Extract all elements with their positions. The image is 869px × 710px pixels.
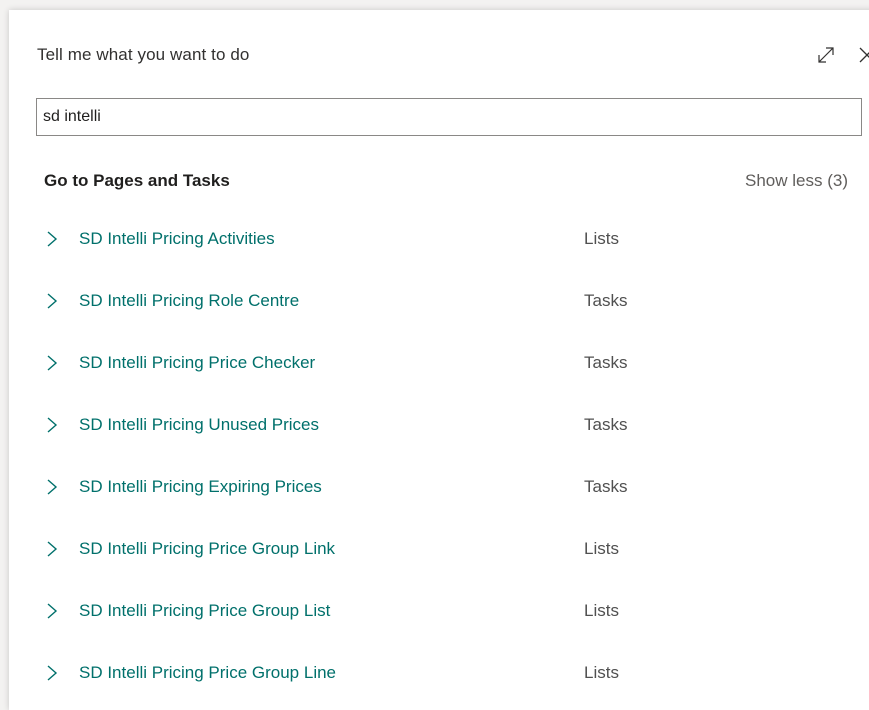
result-name[interactable]: SD Intelli Pricing Price Checker	[79, 353, 315, 373]
chevron-right-icon	[47, 355, 58, 371]
result-row[interactable]: SD Intelli Pricing Price Checker Tasks	[0, 332, 869, 394]
chevron-right-icon	[47, 293, 58, 309]
expand-icon[interactable]	[815, 44, 837, 66]
chevron-right-icon	[47, 665, 58, 681]
result-name[interactable]: SD Intelli Pricing Price Group Line	[79, 663, 336, 683]
chevron-right-icon	[47, 231, 58, 247]
result-row[interactable]: SD Intelli Pricing Price Group Line List…	[0, 642, 869, 704]
close-icon[interactable]	[856, 44, 869, 66]
search-box	[36, 98, 862, 136]
result-name[interactable]: SD Intelli Pricing Role Centre	[79, 291, 299, 311]
result-row[interactable]: SD Intelli Pricing Price Group Link List…	[0, 518, 869, 580]
result-row[interactable]: SD Intelli Pricing Activities Lists	[0, 208, 869, 270]
result-name[interactable]: SD Intelli Pricing Price Group Link	[79, 539, 335, 559]
section-title: Go to Pages and Tasks	[44, 171, 230, 190]
result-category: Tasks	[584, 415, 628, 434]
result-name[interactable]: SD Intelli Pricing Expiring Prices	[79, 477, 322, 497]
dialog-title: Tell me what you want to do	[37, 45, 250, 64]
result-row[interactable]: SD Intelli Pricing Expiring Prices Tasks	[0, 456, 869, 518]
result-name[interactable]: SD Intelli Pricing Activities	[79, 229, 275, 249]
result-category: Lists	[584, 601, 619, 620]
show-less-link[interactable]: Show less (3)	[745, 171, 848, 191]
result-name[interactable]: SD Intelli Pricing Unused Prices	[79, 415, 319, 435]
result-category: Lists	[584, 663, 619, 682]
chevron-right-icon	[47, 479, 58, 495]
result-row[interactable]: SD Intelli Pricing Unused Prices Tasks	[0, 394, 869, 456]
result-name[interactable]: SD Intelli Pricing Price Group List	[79, 601, 330, 621]
result-category: Tasks	[584, 353, 628, 372]
search-input[interactable]	[37, 99, 861, 135]
chevron-right-icon	[47, 417, 58, 433]
result-row[interactable]: SD Intelli Pricing Price Group List List…	[0, 580, 869, 642]
chevron-right-icon	[47, 541, 58, 557]
chevron-right-icon	[47, 603, 58, 619]
result-category: Tasks	[584, 477, 628, 496]
result-category: Tasks	[584, 291, 628, 310]
result-category: Lists	[584, 539, 619, 558]
result-row[interactable]: SD Intelli Pricing Role Centre Tasks	[0, 270, 869, 332]
result-category: Lists	[584, 229, 619, 248]
